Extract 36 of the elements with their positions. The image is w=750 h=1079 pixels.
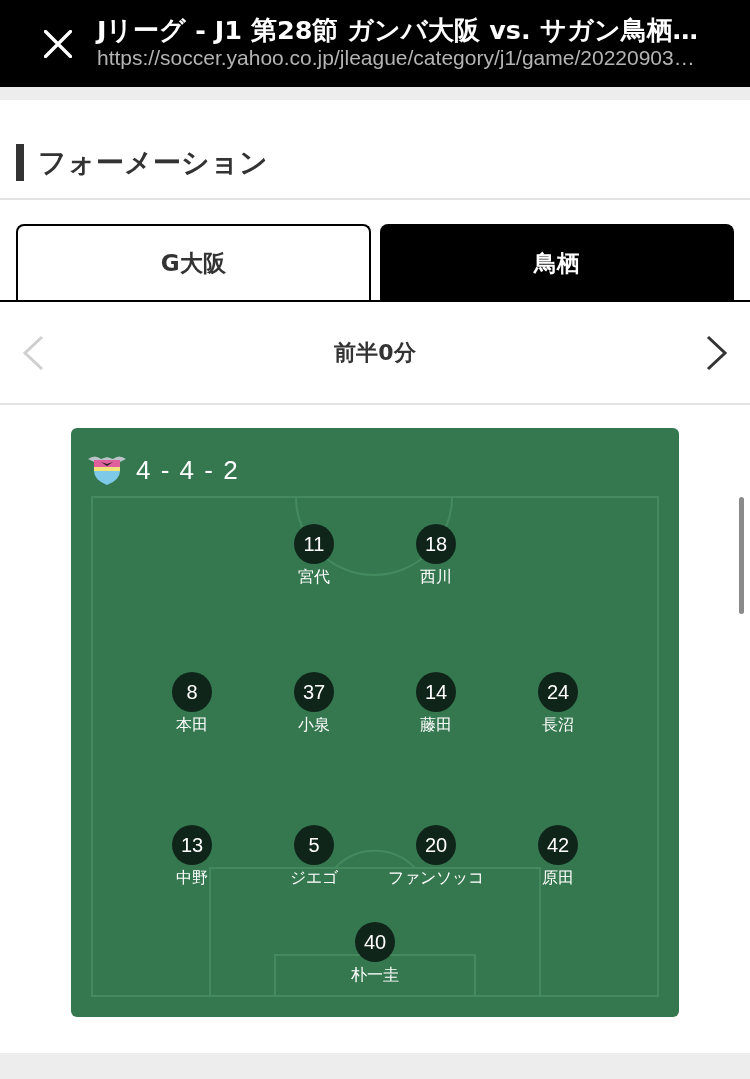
player-number: 24 <box>538 672 578 712</box>
chevron-right-icon <box>706 334 728 371</box>
player-number: 42 <box>538 825 578 865</box>
player-number: 18 <box>416 524 456 564</box>
next-button[interactable] <box>706 334 728 371</box>
player-number: 40 <box>355 922 395 962</box>
player-number: 14 <box>416 672 456 712</box>
period-label: 前半0分 <box>334 338 416 367</box>
chevron-left-icon <box>22 334 44 371</box>
team-tab[interactable]: 鳥栖 <box>379 224 734 300</box>
player-name: ジエゴ <box>290 868 338 888</box>
player-name: 本田 <box>176 715 208 735</box>
player-name: ファンソッコ <box>388 868 484 888</box>
page-title: Jリーグ - J1 第28節 ガンバ大阪 vs. サガン鳥栖… <box>97 14 699 45</box>
player-name: 中野 <box>176 868 208 888</box>
player-number: 8 <box>172 672 212 712</box>
player-name: 宮代 <box>298 567 330 587</box>
section-heading: フォーメーション <box>38 144 268 181</box>
close-icon <box>44 29 72 58</box>
player-name: 藤田 <box>420 715 452 735</box>
player-number: 11 <box>294 524 334 564</box>
player-number: 20 <box>416 825 456 865</box>
page-url: https://soccer.yahoo.co.jp/jleague/category/j1/game/20220903… <box>97 45 696 70</box>
player-name: 原田 <box>542 868 574 888</box>
player-number: 13 <box>172 825 212 865</box>
crest-icon <box>87 454 127 486</box>
player-name: 長沼 <box>542 715 574 735</box>
player-name: 西川 <box>420 567 452 587</box>
team-tab[interactable]: G大阪 <box>16 224 371 300</box>
heading-accent-bar <box>16 143 24 181</box>
player-name: 朴一圭 <box>351 965 399 985</box>
player-number: 37 <box>294 672 334 712</box>
scrollbar-thumb[interactable] <box>739 497 744 614</box>
player-name: 小泉 <box>298 715 330 735</box>
formation-label: 4 - 4 - 2 <box>136 454 240 486</box>
player-number: 5 <box>294 825 334 865</box>
